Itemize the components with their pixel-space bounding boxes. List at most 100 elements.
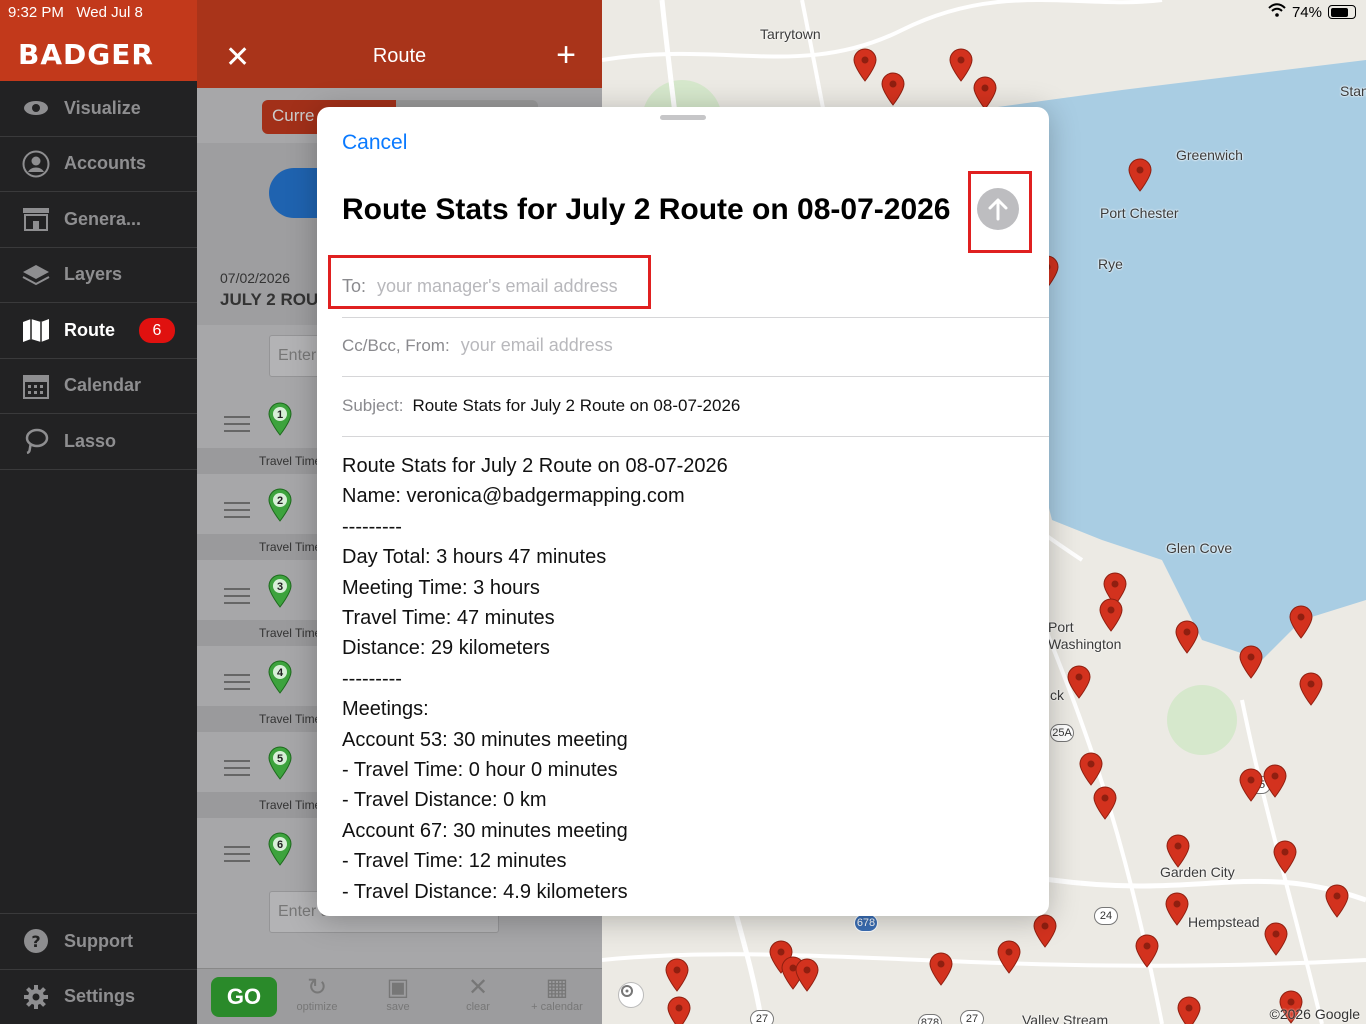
map-pin-icon[interactable] — [852, 48, 878, 82]
map-label: Rye — [1098, 256, 1123, 272]
save-button[interactable]: ▣ save — [363, 975, 433, 1014]
map-label: Valley Stream — [1022, 1012, 1109, 1024]
drag-handle-icon[interactable] — [224, 846, 250, 867]
stop-number: 2 — [277, 495, 283, 507]
drag-handle-icon[interactable] — [224, 760, 250, 781]
plus-icon[interactable]: + — [556, 36, 576, 75]
route-title: Route — [372, 45, 427, 67]
optimize-button[interactable]: ↻ optimize — [282, 974, 352, 1014]
map-pin-icon[interactable] — [1263, 922, 1289, 956]
go-button[interactable]: GO — [211, 977, 277, 1017]
clear-button[interactable]: ✕ clear — [443, 974, 513, 1014]
drag-handle-icon[interactable] — [224, 502, 250, 523]
optimize-icon: ↻ — [306, 974, 328, 1001]
status-date: Wed Jul 8 — [76, 4, 143, 21]
map-pin-icon[interactable] — [1032, 914, 1058, 948]
sidebar-item-layers[interactable]: Layers — [0, 248, 197, 303]
map-label: Hempstead — [1188, 914, 1260, 930]
mail-body-line: Name: veronica@badgermapping.com — [342, 485, 685, 508]
from-input[interactable]: your email address — [461, 335, 613, 355]
subject-field[interactable]: Subject: Route Stats for July 2 Route on… — [342, 377, 1049, 437]
sidebar-item-calendar[interactable]: Calendar — [0, 359, 197, 414]
sidebar-item-label: Calendar — [64, 375, 142, 396]
mail-body-line: Account 53: 30 minutes meeting — [342, 728, 628, 751]
sidebar-item-general[interactable]: Genera... — [0, 192, 197, 248]
route-count-badge: 6 — [139, 318, 175, 343]
map-pin-icon[interactable] — [1164, 892, 1190, 926]
add-calendar-button[interactable]: ▦ + calendar — [522, 975, 592, 1014]
drag-handle-icon[interactable] — [224, 416, 250, 437]
locate-icon[interactable] — [618, 982, 644, 1008]
map-pin-icon[interactable] — [1066, 665, 1092, 699]
eye-icon — [22, 94, 50, 122]
mail-body-line: Day Total: 3 hours 47 minutes — [342, 546, 607, 569]
map-pin-icon[interactable] — [948, 48, 974, 82]
mail-body-line: --------- — [342, 667, 402, 690]
route-shield: 24 — [1094, 907, 1118, 925]
save-label: save — [386, 1001, 410, 1013]
mail-body-line: Account 67: 30 minutes meeting — [342, 819, 628, 842]
sidebar-item-label: Route — [64, 319, 115, 340]
stop-number: 1 — [277, 409, 283, 421]
map-pin-icon[interactable] — [1288, 605, 1314, 639]
drag-handle-icon[interactable] — [224, 674, 250, 695]
map-label: Stan — [1340, 83, 1366, 99]
route-shield: 27 — [750, 1010, 774, 1024]
map-label: Tarrytown — [760, 26, 821, 42]
sidebar-item-route[interactable]: Route 6 — [0, 303, 197, 359]
map-label: Glen Cove — [1166, 540, 1233, 556]
sidebar-item-accounts[interactable]: Accounts — [0, 137, 197, 192]
sidebar-item-label: Visualize — [64, 97, 141, 118]
map-pin-icon[interactable] — [1098, 598, 1124, 632]
map-pin-icon[interactable] — [1238, 645, 1264, 679]
map-pin-icon[interactable] — [1324, 884, 1350, 918]
map-pin-icon[interactable] — [1092, 786, 1118, 820]
sheet-grabber[interactable] — [660, 115, 706, 120]
subject-input[interactable]: Route Stats for July 2 Route on 08-07-20… — [412, 396, 740, 415]
map-pin-icon[interactable] — [1298, 672, 1324, 706]
map-pin-icon[interactable] — [1262, 764, 1288, 798]
sidebar-item-settings[interactable]: Settings — [0, 968, 197, 1024]
clear-icon: ✕ — [467, 974, 489, 1001]
route-name: JULY 2 ROU — [220, 290, 319, 309]
sidebar-item-support[interactable]: ? Support — [0, 913, 197, 969]
map-pin-icon[interactable] — [1272, 840, 1298, 874]
svg-text:?: ? — [31, 932, 40, 951]
stop-number: 4 — [277, 667, 284, 679]
stop-marker-icon: 1 — [267, 402, 293, 441]
stop-marker-icon: 3 — [267, 574, 293, 613]
map-pin-icon[interactable] — [880, 72, 906, 106]
mail-body-line: - Travel Distance: 4.9 kilometers — [342, 880, 628, 903]
map-pin-icon[interactable] — [972, 76, 998, 110]
sidebar-item-label: Support — [64, 930, 133, 951]
map-pin-icon[interactable] — [1134, 934, 1160, 968]
cc-bcc-from-field[interactable]: Cc/Bcc, From: your email address — [342, 317, 1049, 377]
map-pin-icon[interactable] — [1176, 996, 1202, 1024]
map-pin-icon[interactable] — [666, 996, 692, 1024]
stop-marker-icon: 6 — [267, 832, 293, 871]
map-pin-icon[interactable] — [1174, 620, 1200, 654]
calendar-label: + calendar — [531, 1001, 583, 1013]
sidebar-item-lasso[interactable]: Lasso — [0, 414, 197, 470]
map-pin-icon[interactable] — [996, 940, 1022, 974]
route-shield: 25A — [1050, 724, 1074, 742]
storefront-icon — [22, 205, 50, 233]
mail-title: Route Stats for July 2 Route on 08-07-20… — [342, 193, 951, 226]
badger-logo: BADGER — [18, 38, 154, 71]
map-pin-icon[interactable] — [664, 958, 690, 992]
cancel-button[interactable]: Cancel — [342, 131, 407, 155]
map-pin-icon[interactable] — [794, 958, 820, 992]
mail-body-line: - Travel Time: 12 minutes — [342, 850, 567, 873]
mail-body-line: - Travel Time: 0 hour 0 minutes — [342, 759, 618, 782]
mail-body-line: Meeting Time: 3 hours — [342, 576, 540, 599]
mail-body[interactable]: Route Stats for July 2 Route on 08-07-20… — [342, 451, 1029, 907]
gear-icon — [22, 983, 50, 1011]
map-pin-icon[interactable] — [1238, 768, 1264, 802]
sidebar-item-visualize[interactable]: Visualize — [0, 81, 197, 137]
map-pin-icon[interactable] — [1078, 752, 1104, 786]
mail-body-line: Distance: 29 kilometers — [342, 637, 550, 660]
map-pin-icon[interactable] — [1127, 158, 1153, 192]
map-pin-icon[interactable] — [1165, 834, 1191, 868]
map-pin-icon[interactable] — [928, 952, 954, 986]
drag-handle-icon[interactable] — [224, 588, 250, 609]
